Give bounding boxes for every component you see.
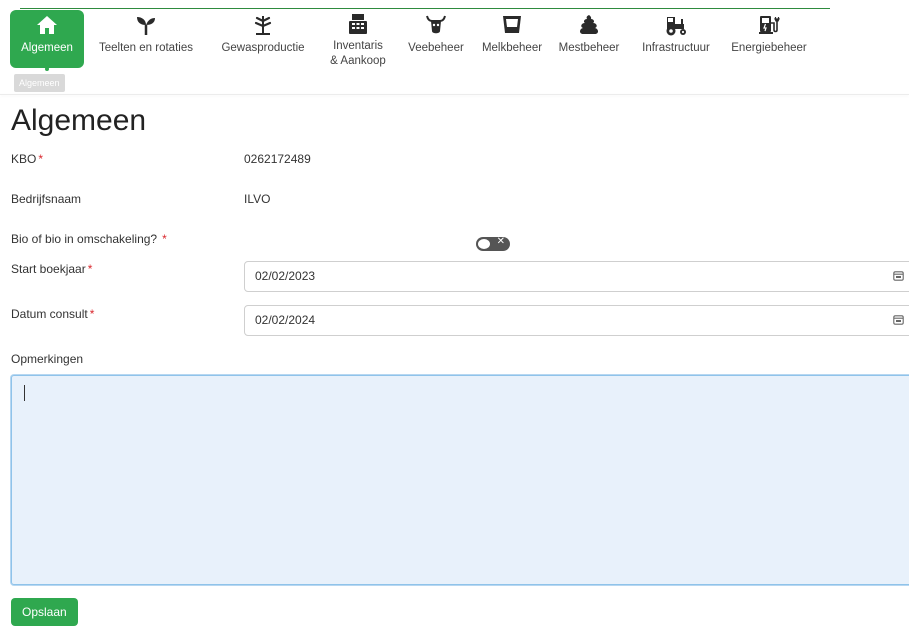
top-accent-line bbox=[20, 8, 830, 9]
toggle-off-icon: ✕ bbox=[496, 236, 505, 247]
module-nav: Algemeen Teelten en rotaties Gewasproduc… bbox=[10, 10, 814, 90]
nav-item-gewasproductie[interactable]: Gewasproductie bbox=[208, 10, 318, 68]
nav-item-energiebeheer[interactable]: Energiebeheer bbox=[724, 10, 814, 68]
tractor-icon bbox=[663, 12, 689, 38]
manure-icon bbox=[576, 12, 602, 38]
text-caret bbox=[24, 385, 25, 401]
nav-item-label: Energiebeheer bbox=[731, 42, 807, 54]
cash-register-icon bbox=[345, 12, 371, 36]
nav-divider bbox=[0, 94, 909, 95]
nav-item-melkbeheer[interactable]: Melkbeheer bbox=[474, 10, 550, 68]
start-boekjaar-label: Start boekjaar * bbox=[11, 262, 92, 276]
calendar-icon[interactable] bbox=[893, 314, 904, 328]
nav-item-label: Algemeen bbox=[21, 42, 73, 54]
datum-consult-label: Datum consult * bbox=[11, 307, 94, 321]
nav-item-label: Inventaris bbox=[333, 40, 383, 52]
nav-item-label: Teelten en rotaties bbox=[99, 42, 193, 54]
kbo-label-text: KBO bbox=[11, 152, 37, 166]
start-boekjaar-label-text: Start boekjaar bbox=[11, 262, 86, 276]
bedrijfsnaam-value: ILVO bbox=[244, 192, 271, 206]
nav-item-algemeen[interactable]: Algemeen bbox=[10, 10, 84, 71]
bio-label: Bio of bio in omschakeling? * bbox=[11, 232, 167, 246]
required-marker: * bbox=[38, 152, 44, 166]
nav-item-label: Veebeheer bbox=[408, 42, 464, 54]
cow-icon bbox=[423, 12, 449, 38]
ev-charger-icon bbox=[756, 12, 782, 38]
datum-consult-label-text: Datum consult bbox=[11, 307, 88, 321]
opmerkingen-textarea[interactable] bbox=[11, 375, 909, 585]
toggle-knob bbox=[478, 239, 490, 249]
home-icon bbox=[34, 12, 60, 38]
kbo-label: KBO * bbox=[11, 152, 43, 166]
datum-consult-input[interactable]: 02/02/2024 bbox=[244, 305, 909, 336]
calendar-icon[interactable] bbox=[893, 270, 904, 284]
nav-item-label: Melkbeheer bbox=[481, 42, 543, 54]
page-title: Algemeen bbox=[11, 104, 147, 137]
milk-container-icon bbox=[499, 12, 525, 38]
required-marker: * bbox=[162, 232, 167, 246]
nav-item-teelten[interactable]: Teelten en rotaties bbox=[84, 10, 208, 68]
sprout-icon bbox=[133, 12, 159, 38]
plant-icon bbox=[250, 12, 276, 38]
nav-item-label: Infrastructuur bbox=[642, 42, 710, 54]
kbo-value: 0262172489 bbox=[244, 152, 311, 166]
nav-tooltip: Algemeen bbox=[14, 74, 65, 92]
bedrijfsnaam-label: Bedrijfsnaam bbox=[11, 192, 82, 206]
start-boekjaar-input[interactable]: 02/02/2023 bbox=[244, 261, 909, 292]
opmerkingen-label: Opmerkingen bbox=[11, 352, 84, 366]
save-button[interactable]: Opslaan bbox=[11, 598, 78, 626]
bio-label-text: Bio of bio in omschakeling? bbox=[11, 232, 158, 246]
nav-item-infrastructuur[interactable]: Infrastructuur bbox=[628, 10, 724, 68]
required-marker: * bbox=[89, 307, 95, 321]
active-indicator bbox=[45, 67, 49, 71]
nav-item-label: Mestbeheer bbox=[558, 42, 620, 54]
nav-item-mestbeheer[interactable]: Mestbeheer bbox=[550, 10, 628, 68]
required-marker: * bbox=[87, 262, 93, 276]
nav-item-inventaris[interactable]: Inventaris & Aankoop bbox=[318, 10, 398, 68]
bio-toggle[interactable]: ✕ bbox=[476, 236, 510, 251]
nav-item-label-line2: & Aankoop bbox=[330, 55, 386, 67]
nav-item-label: Gewasproductie bbox=[221, 42, 305, 54]
nav-item-veebeheer[interactable]: Veebeheer bbox=[398, 10, 474, 68]
